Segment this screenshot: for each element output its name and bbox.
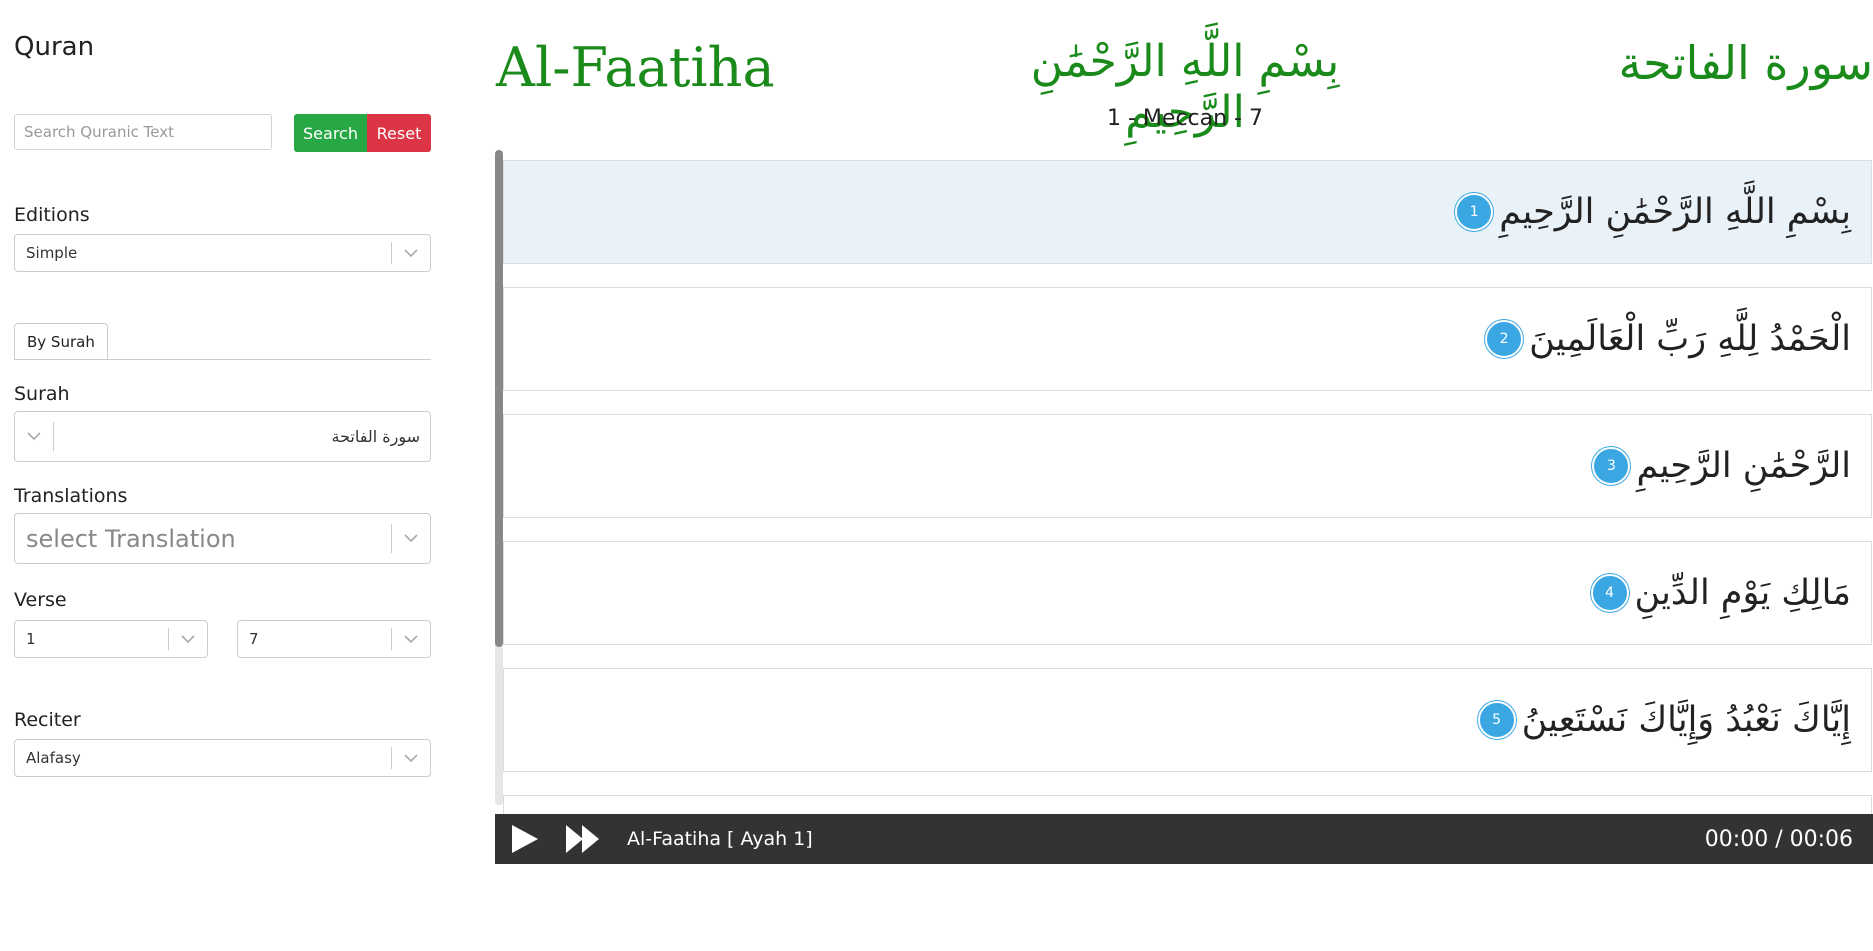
chevron-down-icon: [392, 248, 430, 258]
translations-label: Translations: [14, 485, 128, 507]
verse-number-badge: 4: [1590, 574, 1629, 612]
chevron-down-icon: [392, 753, 430, 763]
playback-time: 00:00 / 00:06: [1704, 826, 1853, 852]
verse-from-selected: 1: [26, 630, 36, 648]
sidebar: Quran Search Reset Editions Simple By Su…: [0, 0, 440, 951]
reciter-select[interactable]: Alafasy: [14, 739, 431, 777]
chevron-down-icon: [15, 432, 53, 441]
verse-row-partial[interactable]: [503, 795, 1872, 815]
tab-bar: By Surah: [14, 323, 431, 360]
verse-row[interactable]: 4 مَالِكِ يَوْمِ الدِّينِ: [503, 541, 1872, 645]
app-title: Quran: [14, 32, 95, 62]
surah-label: Surah: [14, 383, 70, 405]
scrollbar-thumb[interactable]: [495, 150, 503, 647]
surah-info: 1 - Meccan - 7: [1107, 106, 1263, 131]
translations-placeholder: select Translation: [26, 524, 236, 553]
verse-text: مَالِكِ يَوْمِ الدِّينِ: [1634, 573, 1851, 613]
reciter-selected: Alafasy: [26, 749, 81, 767]
verse-from-select[interactable]: 1: [14, 620, 208, 658]
verse-text: الْحَمْدُ لِلَّهِ رَبِّ الْعَالَمِينَ: [1529, 319, 1851, 359]
surah-name-english: Al-Faatiha: [496, 36, 775, 99]
search-input[interactable]: [14, 114, 272, 150]
chevron-down-icon: [392, 634, 430, 644]
verse-row[interactable]: 1 بِسْمِ اللَّهِ الرَّحْمَٰنِ الرَّحِيمِ: [503, 160, 1872, 264]
verse-to-selected: 7: [249, 630, 259, 648]
editions-selected: Simple: [26, 244, 78, 262]
verse-number-badge: 1: [1455, 193, 1494, 231]
audio-player: Al-Faatiha [ Ayah 1] 00:00 / 00:06: [495, 814, 1873, 864]
reset-button[interactable]: Reset: [367, 114, 431, 152]
verse-row[interactable]: 3 الرَّحْمَٰنِ الرَّحِيمِ: [503, 414, 1872, 518]
surah-selected: سورة الفاتحة: [331, 427, 420, 446]
tab-by-surah[interactable]: By Surah: [14, 323, 108, 359]
now-playing-label: Al-Faatiha [ Ayah 1]: [627, 828, 813, 850]
chevron-down-icon: [392, 534, 430, 543]
verse-to-select[interactable]: 7: [237, 620, 431, 658]
verse-list: 1 بِسْمِ اللَّهِ الرَّحْمَٰنِ الرَّحِيمِ…: [503, 160, 1873, 815]
verse-number-badge: 5: [1477, 701, 1516, 739]
reciter-label: Reciter: [14, 709, 81, 731]
editions-label: Editions: [14, 204, 90, 226]
search-button[interactable]: Search: [294, 114, 367, 152]
verse-number-badge: 3: [1592, 447, 1631, 485]
play-icon[interactable]: [509, 823, 541, 859]
verse-row[interactable]: 2 الْحَمْدُ لِلَّهِ رَبِّ الْعَالَمِينَ: [503, 287, 1872, 391]
surah-name-arabic: سورة الفاتحة: [1618, 36, 1873, 90]
surah-select[interactable]: سورة الفاتحة: [14, 411, 431, 462]
verse-text: بِسْمِ اللَّهِ الرَّحْمَٰنِ الرَّحِيمِ: [1499, 192, 1851, 232]
translations-select[interactable]: select Translation: [14, 513, 431, 564]
verse-text: الرَّحْمَٰنِ الرَّحِيمِ: [1636, 446, 1851, 486]
fast-forward-icon[interactable]: [565, 823, 601, 859]
chevron-down-icon: [169, 634, 207, 644]
editions-select[interactable]: Simple: [14, 234, 431, 272]
verse-label: Verse: [14, 589, 67, 611]
verse-text: إِيَّاكَ نَعْبُدُ وَإِيَّاكَ نَسْتَعِينُ: [1521, 700, 1851, 740]
verse-row[interactable]: 5 إِيَّاكَ نَعْبُدُ وَإِيَّاكَ نَسْتَعِي…: [503, 668, 1872, 772]
verse-number-badge: 2: [1485, 320, 1524, 358]
